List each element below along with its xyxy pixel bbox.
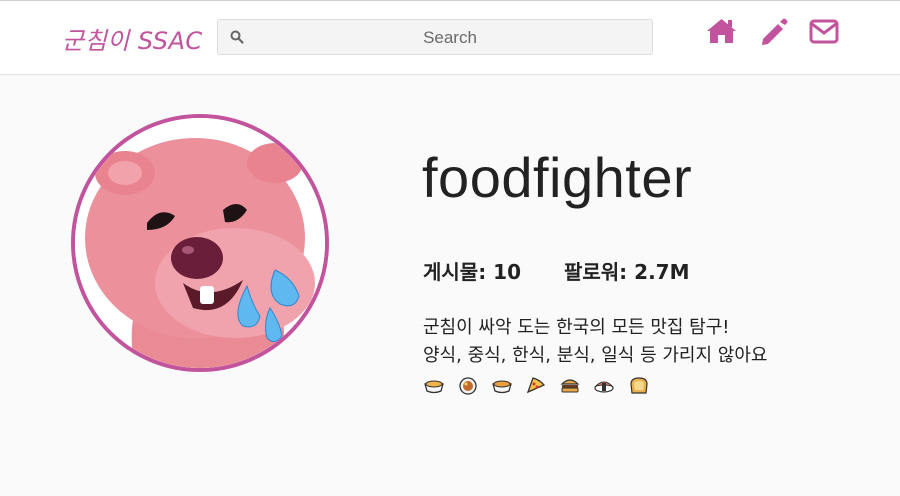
bio-line: 양식, 중식, 한식, 분식, 일식 등 가리지 않아요 (423, 345, 768, 366)
ramen-icon (424, 380, 444, 394)
burger-icon (560, 379, 580, 393)
search-input[interactable] (248, 20, 652, 56)
posts-count[interactable]: 게시물: 10 (423, 256, 521, 285)
profile-avatar (71, 114, 329, 372)
top-navbar: 군침이 SSAC (0, 1, 900, 75)
posts-value: 10 (493, 260, 522, 284)
bread-icon (629, 377, 648, 394)
bio-line: 군침이 싸악 도는 한국의 모든 맛집 탐구! (423, 317, 730, 338)
followers-count[interactable]: 팔로워: 2.7M (564, 256, 690, 285)
soup-bowl-icon (492, 380, 512, 394)
profile-username: foodfighter (422, 146, 693, 209)
site-logo[interactable]: 군침이 SSAC (62, 21, 203, 56)
pizza-icon (527, 377, 546, 394)
posts-label: 게시물: (423, 260, 487, 284)
followers-value: 2.7M (634, 260, 690, 284)
home-icon[interactable] (705, 17, 738, 45)
sushi-icon (594, 381, 615, 393)
curry-icon (459, 377, 477, 395)
mail-icon[interactable] (809, 19, 839, 45)
followers-label: 팔로워: (563, 260, 628, 284)
profile-stats: 게시물: 10 팔로워: 2.7M (423, 256, 726, 285)
pink-beaver-illustration (75, 118, 325, 368)
pencil-icon[interactable] (759, 17, 789, 47)
food-emoji-row (423, 375, 657, 397)
profile-bio: 군침이 싸악 도는 한국의 모든 맛집 탐구! 양식, 중식, 한식, 분식, … (423, 314, 767, 370)
search-bar[interactable] (217, 19, 653, 56)
search-icon (230, 30, 244, 44)
